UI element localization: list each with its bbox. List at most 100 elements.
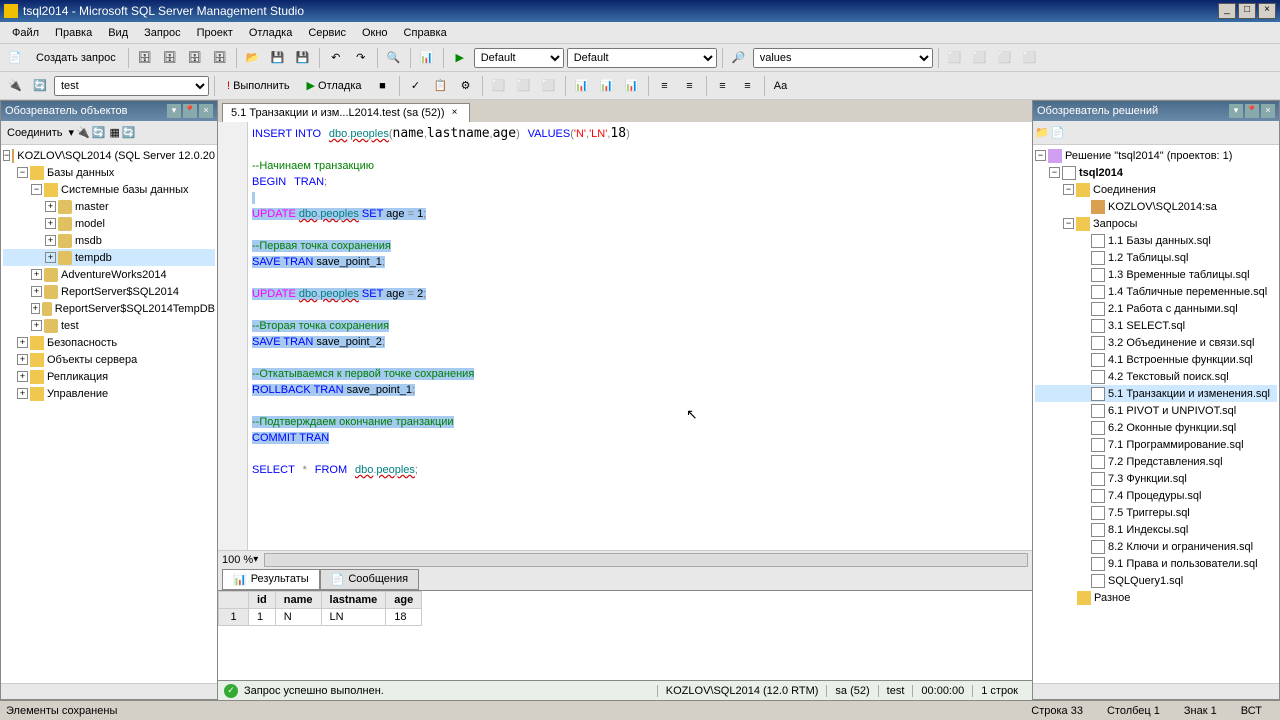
save-icon[interactable]: 💾	[267, 47, 289, 69]
expander-icon[interactable]: +	[45, 201, 56, 212]
file-item[interactable]: 7.5 Триггеры.sql	[1035, 504, 1277, 521]
col-header[interactable]: age	[386, 592, 422, 609]
scrollbar-horizontal[interactable]	[1033, 683, 1279, 699]
database-combo[interactable]: test	[54, 76, 209, 96]
menu-tools[interactable]: Сервис	[300, 24, 354, 42]
expander-icon[interactable]: −	[31, 184, 42, 195]
menu-help[interactable]: Справка	[396, 24, 455, 42]
db-master[interactable]: master	[75, 201, 109, 213]
db-icon2[interactable]: 🗄	[159, 47, 181, 69]
db-model[interactable]: model	[75, 218, 105, 230]
file-item[interactable]: 2.1 Работа с данными.sql	[1035, 300, 1277, 317]
connections-node[interactable]: Соединения	[1093, 184, 1156, 196]
file-item[interactable]: 4.2 Текстовый поиск.sql	[1035, 368, 1277, 385]
stop-icon[interactable]: ■	[372, 75, 394, 97]
results-grid[interactable]: id name lastname age 1 1 N LN 18	[218, 590, 1032, 680]
db-test[interactable]: test	[61, 320, 79, 332]
new-query-button[interactable]: Создать запрос	[29, 49, 123, 67]
menu-window[interactable]: Окно	[354, 24, 396, 42]
file-item[interactable]: 1.2 Таблицы.sql	[1035, 249, 1277, 266]
db-node[interactable]: AdventureWorks2014	[61, 269, 167, 281]
menu-file[interactable]: Файл	[4, 24, 47, 42]
server-node[interactable]: KOZLOV\SQL2014 (SQL Server 12.0.20	[17, 150, 215, 162]
cell[interactable]: 18	[386, 609, 422, 626]
misc-icon1[interactable]: ⬜	[944, 47, 966, 69]
change-icon[interactable]: 🔄	[29, 75, 51, 97]
connect-icon[interactable]: 🔌	[4, 75, 26, 97]
file-item[interactable]: 7.1 Программирование.sql	[1035, 436, 1277, 453]
tab-results[interactable]: 📊 Результаты	[222, 569, 320, 590]
oe-icon1[interactable]: 🔌	[76, 126, 90, 139]
databases-node[interactable]: Базы данных	[47, 167, 114, 179]
connection-item[interactable]: KOZLOV\SQL2014:sa	[1108, 201, 1217, 213]
results-icon1[interactable]: ⬜	[488, 75, 510, 97]
cell[interactable]: LN	[321, 609, 386, 626]
close-button[interactable]: ×	[1258, 3, 1276, 19]
table-row[interactable]: 1 1 N LN 18	[219, 609, 422, 626]
sysdbs-node[interactable]: Системные базы данных	[61, 184, 188, 196]
expander-icon[interactable]: +	[17, 354, 28, 365]
oe-icon2[interactable]: 🔄	[92, 126, 106, 139]
misc-icon3[interactable]: ⬜	[994, 47, 1016, 69]
expander-icon[interactable]: +	[45, 218, 56, 229]
file-item[interactable]: 4.1 Встроенные функции.sql	[1035, 351, 1277, 368]
misc-node[interactable]: Разное	[1094, 592, 1130, 604]
saveall-icon[interactable]: 💾	[292, 47, 314, 69]
execute-button[interactable]: ! Выполнить	[220, 77, 297, 95]
activity-icon[interactable]: 📊	[416, 47, 438, 69]
expander-icon[interactable]: −	[3, 150, 10, 161]
results-icon3[interactable]: ⬜	[538, 75, 560, 97]
stats-icon[interactable]: 📊	[571, 75, 593, 97]
file-item[interactable]: 9.1 Права и пользователи.sql	[1035, 555, 1277, 572]
expander-icon[interactable]: +	[45, 252, 56, 263]
indent-icon[interactable]: ≡	[654, 75, 676, 97]
file-item[interactable]: 3.2 Объединение и связи.sql	[1035, 334, 1277, 351]
open-icon[interactable]: 📂	[242, 47, 264, 69]
find-combo[interactable]: values	[753, 48, 933, 68]
panel-pin-icon[interactable]: 📍	[1245, 104, 1259, 118]
file-item[interactable]: 1.4 Табличные переменные.sql	[1035, 283, 1277, 300]
col-header[interactable]: lastname	[321, 592, 386, 609]
menu-view[interactable]: Вид	[100, 24, 136, 42]
plan-icon[interactable]: 📋	[430, 75, 452, 97]
menu-project[interactable]: Проект	[189, 24, 241, 42]
management-node[interactable]: Управление	[47, 388, 108, 400]
tab-close-icon[interactable]: ×	[449, 107, 461, 119]
file-item[interactable]: 1.1 Базы данных.sql	[1035, 232, 1277, 249]
panel-dropdown-icon[interactable]: ▾	[1229, 104, 1243, 118]
panel-close-icon[interactable]: ×	[1261, 104, 1275, 118]
file-item[interactable]: 6.2 Оконные функции.sql	[1035, 419, 1277, 436]
solution-node[interactable]: Решение "tsql2014" (проектов: 1)	[1065, 150, 1232, 162]
replication-node[interactable]: Репликация	[47, 371, 108, 383]
expander-icon[interactable]: −	[1049, 167, 1060, 178]
expander-icon[interactable]: +	[31, 303, 40, 314]
file-item[interactable]: 1.3 Временные таблицы.sql	[1035, 266, 1277, 283]
expander-icon[interactable]: +	[45, 235, 56, 246]
uncomment-icon[interactable]: ≡	[737, 75, 759, 97]
cell[interactable]: N	[275, 609, 321, 626]
expander-icon[interactable]: +	[17, 337, 28, 348]
project-node[interactable]: tsql2014	[1079, 167, 1123, 179]
expander-icon[interactable]: −	[17, 167, 28, 178]
file-item[interactable]: SQLQuery1.sql	[1035, 572, 1277, 589]
file-item[interactable]: 8.1 Индексы.sql	[1035, 521, 1277, 538]
expander-icon[interactable]: +	[17, 388, 28, 399]
options-icon[interactable]: ⚙	[455, 75, 477, 97]
file-item[interactable]: 6.1 PIVOT и UNPIVOT.sql	[1035, 402, 1277, 419]
misc-icon4[interactable]: ⬜	[1019, 47, 1041, 69]
expander-icon[interactable]: +	[31, 269, 42, 280]
oe-filter-icon[interactable]: ▦	[109, 126, 119, 139]
stats-icon3[interactable]: 📊	[621, 75, 643, 97]
menu-query[interactable]: Запрос	[136, 24, 188, 42]
expander-icon[interactable]: +	[31, 320, 42, 331]
zoom-level[interactable]: 100 %	[222, 554, 253, 566]
queries-node[interactable]: Запросы	[1093, 218, 1137, 230]
menu-debug[interactable]: Отладка	[241, 24, 300, 42]
parse-icon[interactable]: ✓	[405, 75, 427, 97]
solution-tree[interactable]: −Решение "tsql2014" (проектов: 1) −tsql2…	[1033, 145, 1279, 683]
new-query-icon[interactable]: 📄	[4, 47, 26, 69]
stats-icon2[interactable]: 📊	[596, 75, 618, 97]
col-header[interactable]: id	[249, 592, 276, 609]
debug-button[interactable]: ▶ Отладка	[300, 76, 369, 95]
misc-icon2[interactable]: ⬜	[969, 47, 991, 69]
